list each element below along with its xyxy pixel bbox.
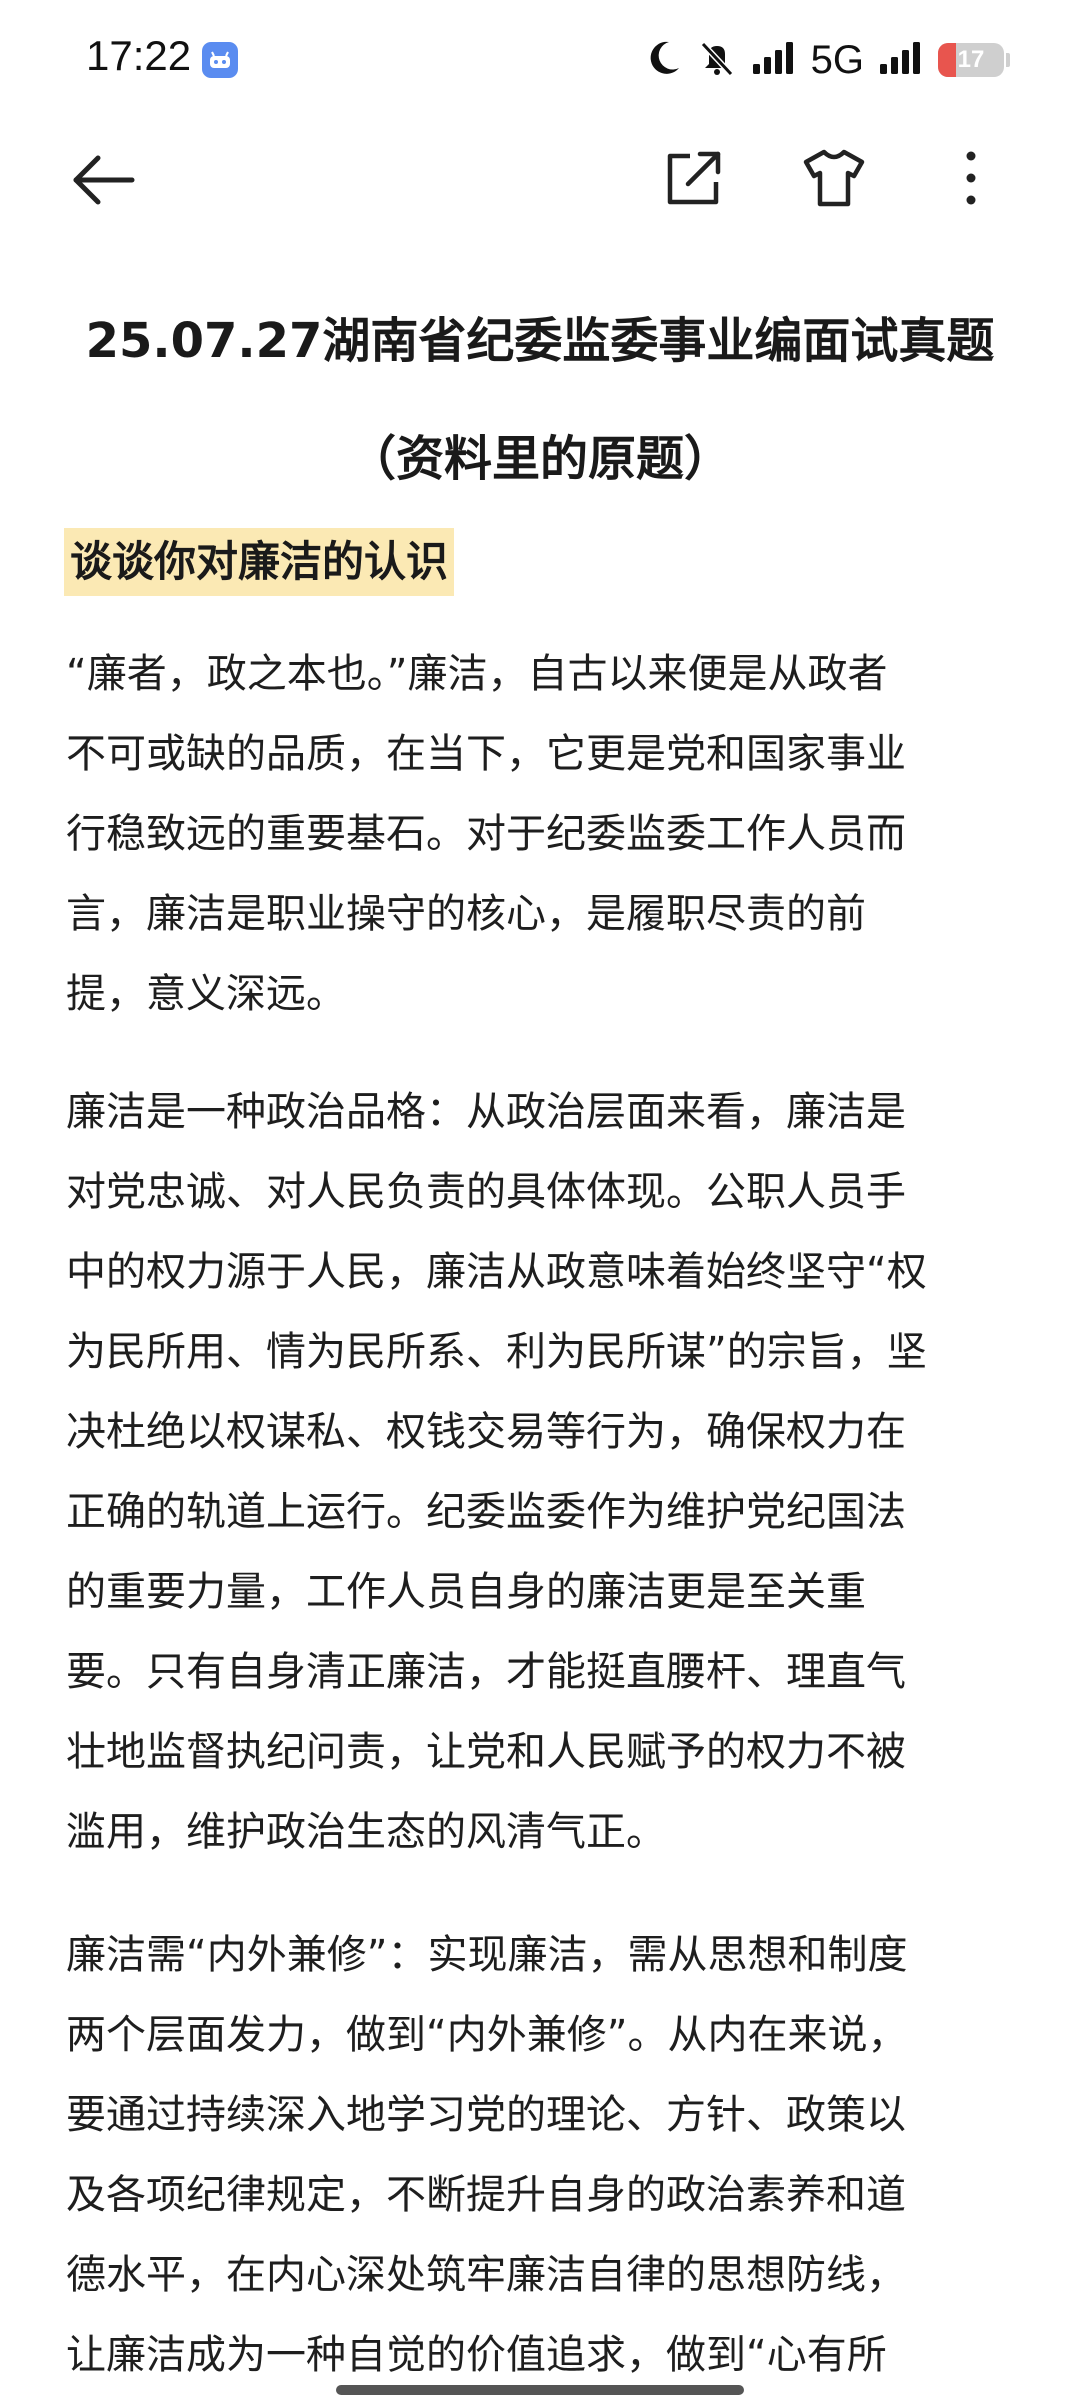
text-line: 言，廉洁是职业操守的核心，是履职尽责的前 (66, 891, 866, 937)
text-line: 中的权力源于人民，廉洁从政意味着始终坚守“权 (66, 1249, 927, 1295)
shirt-icon (803, 149, 865, 207)
more-vertical-icon (966, 151, 976, 205)
paragraph: 廉洁是一种政治品格：从政治层面来看，廉洁是 对党忠诚、对人民负责的具体体现。公职… (66, 1072, 1016, 1872)
title-line: 25.07.27湖南省纪委监委事业编面试真题 (85, 313, 995, 369)
theme-button[interactable] (800, 146, 868, 210)
status-bar: 17:22 5G 17 (0, 0, 1080, 120)
back-button[interactable] (70, 150, 136, 210)
text-line: 廉洁需“内外兼修”：实现廉洁，需从思想和制度 (66, 1932, 908, 1978)
text-line: 滥用，维护政治生态的风清气正。 (66, 1809, 666, 1855)
share-icon (667, 151, 721, 205)
text-line: 两个层面发力，做到“内外兼修”。从内在来说， (66, 2012, 908, 2058)
app-notification-icon (202, 42, 238, 78)
question-heading: 谈谈你对廉洁的认识 (64, 528, 455, 596)
text-line: 壮地监督执纪问责，让党和人民赋予的权力不被 (66, 1729, 906, 1775)
text-line: 正确的轨道上运行。纪委监委作为维护党纪国法 (66, 1489, 906, 1535)
text-line: 廉洁是一种政治品格：从政治层面来看，廉洁是 (66, 1089, 906, 1135)
paragraph: “廉者，政之本也。”廉洁，自古以来便是从政者 不可或缺的品质，在当下，它更是党和… (66, 634, 1016, 1034)
text-line: “廉者，政之本也。”廉洁，自古以来便是从政者 (66, 651, 888, 697)
article-title: 25.07.27湖南省纪委监委事业编面试真题 （资料里的原题） (60, 282, 1020, 518)
battery-percentage: 17 (957, 46, 985, 73)
share-button[interactable] (662, 146, 726, 210)
text-line: 及各项纪律规定，不断提升自身的政治素养和道 (66, 2172, 906, 2218)
text-line: 提，意义深远。 (66, 971, 346, 1017)
top-navigation-bar (0, 130, 1080, 230)
moon-icon (647, 38, 683, 82)
mute-icon (697, 38, 737, 82)
text-line: 不可或缺的品质，在当下，它更是党和国家事业 (66, 731, 906, 777)
battery-icon: 17 (938, 43, 1004, 77)
paragraph: 廉洁需“内外兼修”：实现廉洁，需从思想和制度 两个层面发力，做到“内外兼修”。从… (66, 1915, 1016, 2395)
text-line: 德水平，在内心深处筑牢廉洁自律的思想防线， (66, 2252, 906, 2298)
text-line: 行稳致远的重要基石。对于纪委监委工作人员而 (66, 811, 906, 857)
status-icons: 5G 17 (647, 36, 1010, 84)
signal-icon (878, 40, 924, 80)
text-line: 要通过持续深入地学习党的理论、方针、政策以 (66, 2092, 906, 2138)
status-time: 17:22 (86, 32, 192, 79)
signal-icon (751, 40, 797, 80)
text-line: 对党忠诚、对人民负责的具体体现。公职人员手 (66, 1169, 906, 1215)
text-line: 为民所用、情为民所系、利为民所谋”的宗旨，坚 (66, 1329, 927, 1375)
back-arrow-icon (73, 155, 135, 205)
network-type: 5G (810, 37, 864, 82)
battery-tip (1006, 53, 1010, 67)
text-line: 要。只有自身清正廉洁，才能挺直腰杆、理直气 (66, 1649, 906, 1695)
text-line: 决杜绝以权谋私、权钱交易等行为，确保权力在 (66, 1409, 906, 1455)
text-line: 让廉洁成为一种自觉的价值追求，做到“心有所 (66, 2332, 887, 2378)
more-options-button[interactable] (956, 146, 986, 210)
home-indicator[interactable] (336, 2385, 744, 2395)
text-line: 的重要力量，工作人员自身的廉洁更是至关重 (66, 1569, 866, 1615)
title-line: （资料里的原题） (347, 431, 732, 487)
